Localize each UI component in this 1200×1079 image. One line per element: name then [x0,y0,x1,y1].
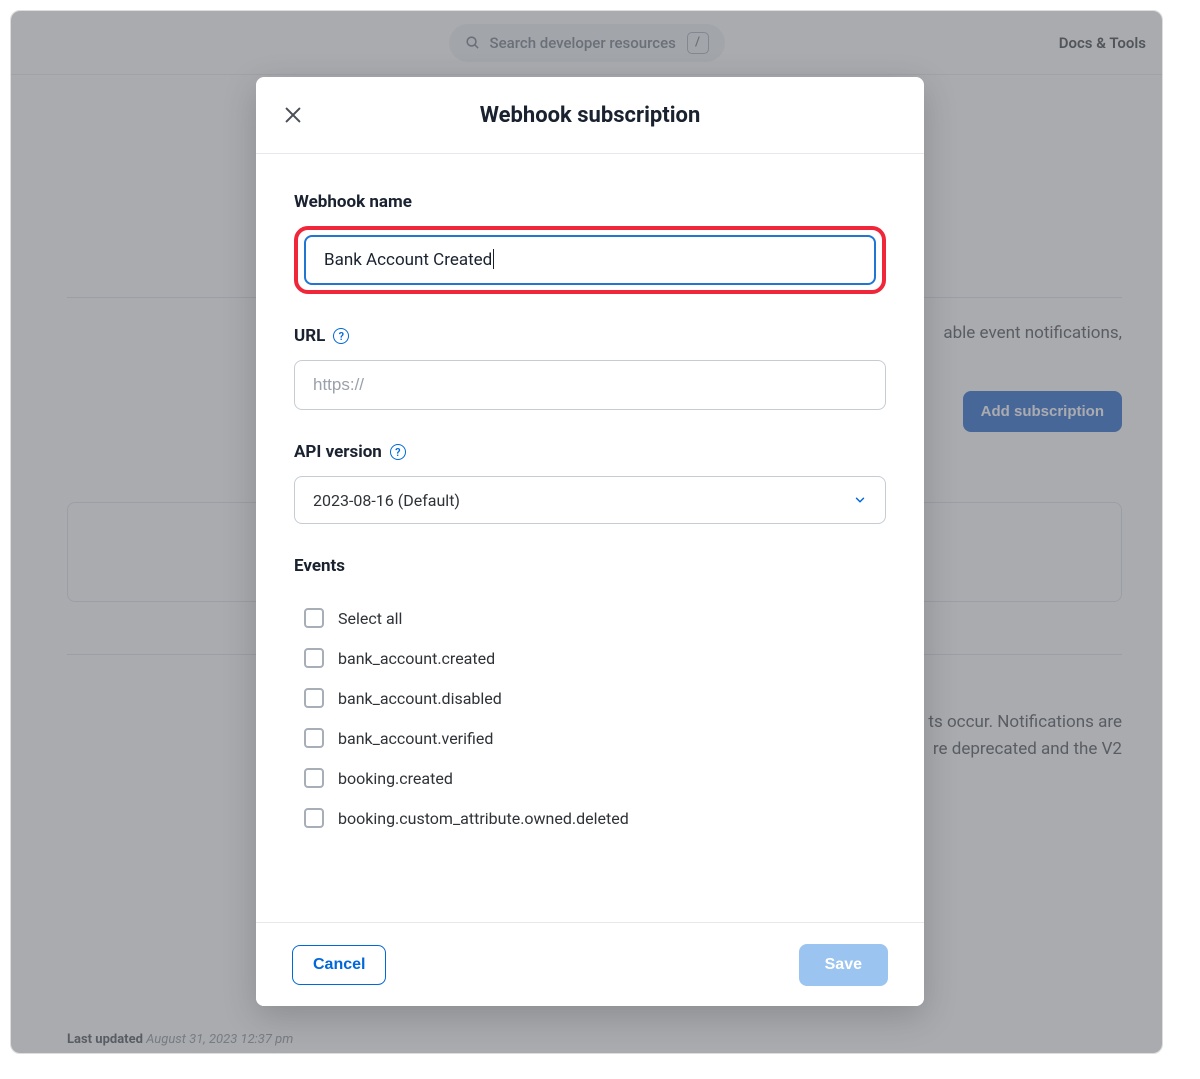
event-label: Select all [338,609,402,628]
modal-footer: Cancel Save [256,922,924,1006]
url-field: URL ? [294,326,886,410]
checkbox[interactable] [304,648,324,668]
event-label: booking.created [338,769,453,788]
modal-body[interactable]: Webhook name Bank Account Created URL ? [256,154,924,922]
webhook-name-input[interactable]: Bank Account Created [304,235,876,285]
event-item[interactable]: bank_account.verified [294,718,886,758]
help-icon[interactable]: ? [333,328,349,344]
close-icon [282,104,304,126]
cancel-button[interactable]: Cancel [292,945,386,985]
url-input[interactable] [294,360,886,410]
checkbox[interactable] [304,728,324,748]
event-select-all[interactable]: Select all [294,598,886,638]
highlight-annotation: Bank Account Created [294,226,886,294]
events-label: Events [294,556,886,576]
checkbox[interactable] [304,808,324,828]
modal-header: Webhook subscription [256,77,924,154]
help-icon[interactable]: ? [390,444,406,460]
chevron-down-icon [853,493,867,507]
event-item[interactable]: bank_account.created [294,638,886,678]
event-label: booking.custom_attribute.owned.deleted [338,809,629,828]
webhook-name-value: Bank Account Created [324,250,492,270]
api-version-field: API version ? 2023-08-16 (Default) [294,442,886,524]
event-item[interactable]: booking.custom_attribute.owned.deleted [294,798,886,838]
event-item[interactable]: booking.created [294,758,886,798]
api-version-label: API version ? [294,442,886,462]
modal-title: Webhook subscription [480,103,701,128]
save-button[interactable]: Save [799,944,888,986]
api-version-label-text: API version [294,442,382,462]
checkbox[interactable] [304,688,324,708]
api-version-value: 2023-08-16 (Default) [313,491,460,510]
checkbox[interactable] [304,608,324,628]
event-item[interactable]: bank_account.disabled [294,678,886,718]
text-caret [493,249,494,269]
webhook-subscription-modal: Webhook subscription Webhook name Bank A… [256,77,924,1006]
webhook-name-field: Webhook name Bank Account Created [294,192,886,294]
event-label: bank_account.verified [338,729,493,748]
url-label-text: URL [294,326,325,346]
close-button[interactable] [278,100,308,130]
checkbox[interactable] [304,768,324,788]
webhook-name-label: Webhook name [294,192,886,212]
events-section: Events Select all bank_account.created b… [294,556,886,838]
event-label: bank_account.disabled [338,689,502,708]
event-label: bank_account.created [338,649,495,668]
api-version-select[interactable]: 2023-08-16 (Default) [294,476,886,524]
url-label: URL ? [294,326,886,346]
